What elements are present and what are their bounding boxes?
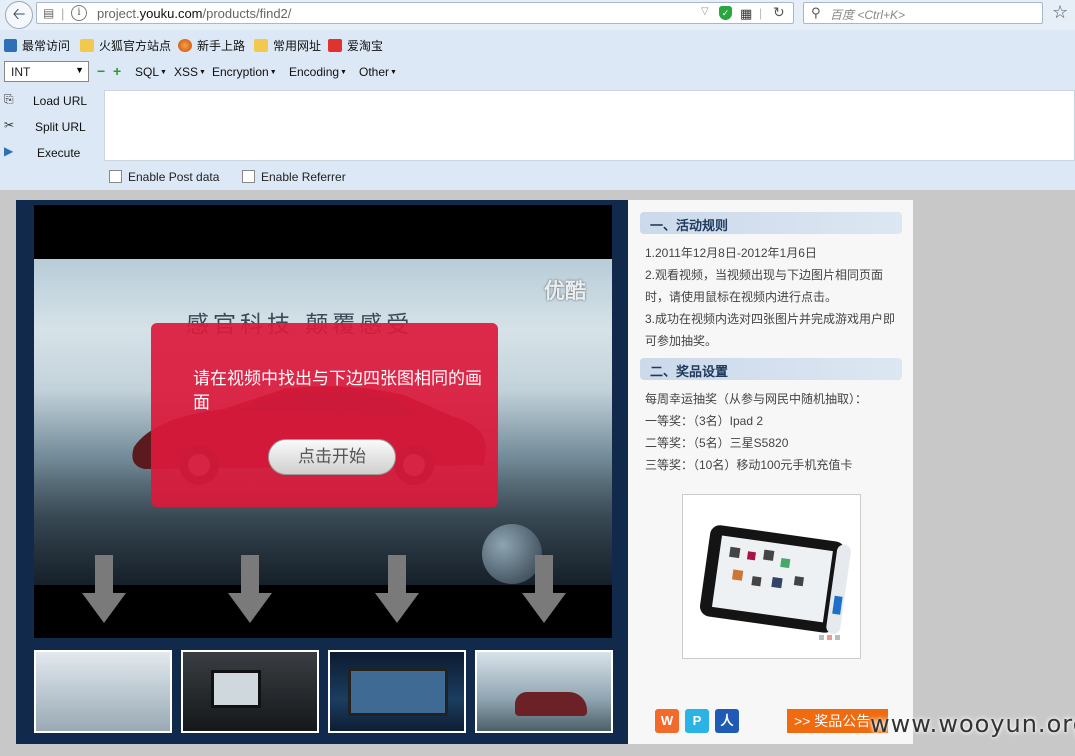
bookmark-frequent[interactable]: 最常访问 — [4, 37, 70, 54]
type-select[interactable]: INT ▼ — [4, 61, 89, 82]
arrow-row — [34, 550, 612, 630]
rule-line: 2.观看视频，当视频出现与下边图片相同页面 — [645, 268, 884, 282]
load-url-icon: ⎘ — [4, 92, 14, 106]
chevron-down-icon: ▼ — [75, 65, 84, 75]
bookmarks-toolbar: 最常访问 火狐官方站点 新手上路 常用网址 爱淘宝 — [0, 34, 1075, 56]
search-placeholder: 百度 <Ctrl+K> — [830, 8, 906, 22]
navigation-bar: 🡠 ▤ | i project.youku.com/products/find2… — [0, 0, 1075, 30]
down-arrow-icon — [375, 555, 419, 623]
reload-icon[interactable]: ↻ — [773, 4, 785, 21]
prize-image — [682, 494, 861, 659]
weibo-icon[interactable]: W — [655, 709, 679, 733]
prize-line: 每周幸运抽奖（从参与网民中随机抽取）： — [645, 392, 868, 406]
thumbnail-4 — [475, 650, 613, 733]
menu-other[interactable]: Other▼ — [359, 65, 397, 79]
url-text[interactable]: project.youku.com/products/find2/ — [97, 6, 291, 21]
menu-encoding[interactable]: Encoding▼ — [289, 65, 347, 79]
down-arrow-icon — [522, 555, 566, 623]
taobao-icon — [328, 39, 342, 52]
address-bar[interactable]: ▤ | i project.youku.com/products/find2/ … — [36, 2, 794, 24]
site-info-icon[interactable]: i — [71, 5, 87, 21]
search-box[interactable]: ⚲ 百度 <Ctrl+K> — [803, 2, 1043, 24]
dropdown-icon[interactable]: ▽ — [701, 6, 709, 17]
tab-groups-icon[interactable]: ▤ — [43, 6, 54, 20]
search-icon: ⚲ — [811, 5, 821, 20]
execute-icon: ▶ — [4, 144, 14, 158]
firefox-icon — [178, 39, 192, 52]
start-overlay: 请在视频中找出与下边四张图相同的画面 点击开始 — [151, 323, 498, 507]
separator-2: | — [759, 6, 763, 20]
back-button[interactable]: 🡠 — [5, 1, 33, 29]
rules-heading: 一、活动规则 — [640, 212, 902, 234]
enable-referrer-checkbox[interactable]: Enable Referrer — [242, 170, 346, 184]
browser-chrome: 🡠 ▤ | i project.youku.com/products/find2… — [0, 0, 1075, 190]
thumbnail-1 — [34, 650, 172, 733]
bookmark-star-icon[interactable]: ☆ — [1052, 2, 1068, 23]
hackbar-toolbar: INT ▼ − + SQL▼ XSS▼ Encryption▼ Encoding▼… — [0, 60, 1075, 86]
bookmark-getting-started[interactable]: 新手上路 — [178, 37, 245, 54]
load-url-button[interactable]: ⎘ Load URL — [0, 90, 104, 112]
menu-sql[interactable]: SQL▼ — [135, 65, 167, 79]
down-arrow-icon — [82, 555, 126, 623]
thumbnail-3 — [328, 650, 466, 733]
rule-line: 3.成功在视频内选对四张图片并完成游戏用户即 — [645, 312, 896, 326]
split-url-button[interactable]: ✂ Split URL — [0, 116, 104, 138]
share-p-icon[interactable]: P — [685, 709, 709, 733]
menu-xss[interactable]: XSS▼ — [174, 65, 206, 79]
back-arrow-icon: 🡠 — [12, 6, 26, 23]
down-arrow-icon — [228, 555, 272, 623]
increase-icon[interactable]: + — [113, 63, 121, 79]
video-player[interactable]: 感官科技 颠覆感受 优酷 请在视频中找出与下边四张图相同的画面 点击开始 — [34, 205, 612, 638]
thumbnail-2 — [181, 650, 319, 733]
prizes-heading: 二、奖品设置 — [640, 358, 902, 380]
prize-line: 二等奖：（5名）三星S5820 — [645, 436, 789, 450]
watermark-text: www.wooyun.org — [870, 710, 1075, 738]
frequent-icon — [4, 39, 17, 52]
folder-icon — [80, 39, 94, 52]
url-textarea[interactable] — [104, 90, 1075, 161]
bookmark-firefox-site[interactable]: 火狐官方站点 — [80, 37, 171, 54]
start-button[interactable]: 点击开始 — [268, 439, 396, 475]
split-url-icon: ✂ — [4, 118, 15, 132]
folder-icon — [254, 39, 268, 52]
rule-line: 1.2011年12月8日-2012年1月6日 — [645, 246, 817, 260]
rule-line: 时，请使用鼠标在视频内进行点击。 — [645, 290, 838, 304]
hackbar-tools: ⎘ Load URL ✂ Split URL ▶ Execute — [0, 88, 104, 162]
menu-encryption[interactable]: Encryption▼ — [212, 65, 277, 79]
target-thumbnails — [34, 650, 614, 734]
shield-icon[interactable]: ✓ — [719, 6, 732, 20]
execute-button[interactable]: ▶ Execute — [0, 142, 104, 164]
youku-logo: 优酷 — [544, 280, 586, 303]
bookmark-common-sites[interactable]: 常用网址 — [254, 37, 321, 54]
enable-post-checkbox[interactable]: Enable Post data — [109, 170, 219, 184]
decrease-icon[interactable]: − — [97, 63, 105, 79]
rule-line: 可参加抽奖。 — [645, 334, 718, 348]
info-sidebar: 一、活动规则 1.2011年12月8日-2012年1月6日 2.观看视频，当视频… — [628, 200, 913, 744]
prize-line: 三等奖：（10名）移动100元手机充值卡 — [645, 458, 853, 472]
renren-icon[interactable]: 人 — [715, 709, 739, 733]
overlay-message: 请在视频中找出与下边四张图相同的画面 — [193, 369, 482, 412]
qrcode-icon[interactable]: ▦ — [740, 6, 752, 22]
tablet-image — [699, 525, 851, 640]
separator: | — [61, 6, 65, 21]
prize-line: 一等奖：（3名）Ipad 2 — [645, 414, 764, 428]
bookmark-ai-taobao[interactable]: 爱淘宝 — [328, 37, 383, 54]
